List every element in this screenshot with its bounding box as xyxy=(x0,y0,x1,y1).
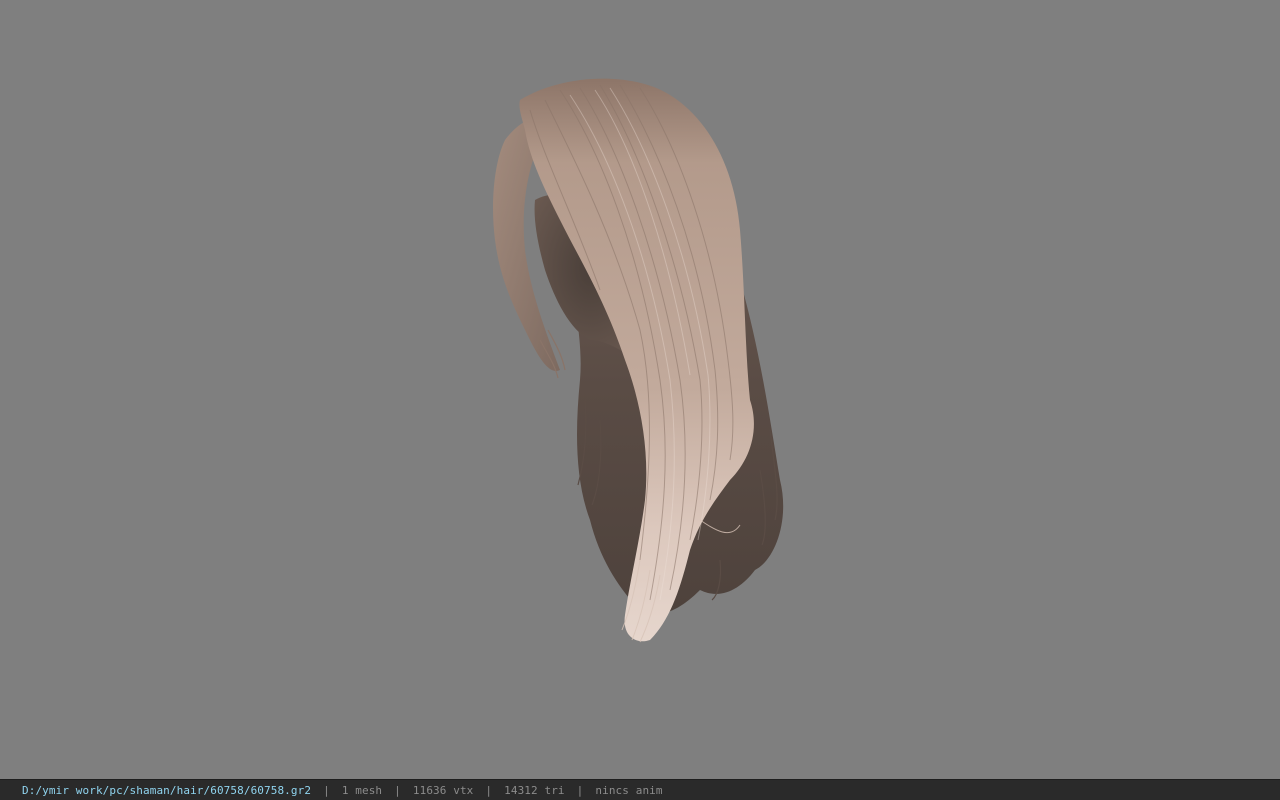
separator: | xyxy=(323,783,330,797)
status-bar: D:/ymir work/pc/shaman/hair/60758/60758.… xyxy=(0,779,1280,800)
separator: | xyxy=(485,783,493,797)
hair-model[interactable] xyxy=(0,0,1280,779)
mesh-count: 1 mesh xyxy=(341,783,383,797)
file-path: D:/ymir work/pc/shaman/hair/60758/60758.… xyxy=(22,783,312,797)
vertex-count: 11636 vtx xyxy=(412,783,474,797)
triangle-count: 14312 tri xyxy=(504,783,565,797)
anim-status: nincs anim xyxy=(595,783,663,797)
3d-viewport[interactable] xyxy=(0,0,1280,779)
separator: | xyxy=(394,783,401,797)
separator: | xyxy=(576,783,584,797)
